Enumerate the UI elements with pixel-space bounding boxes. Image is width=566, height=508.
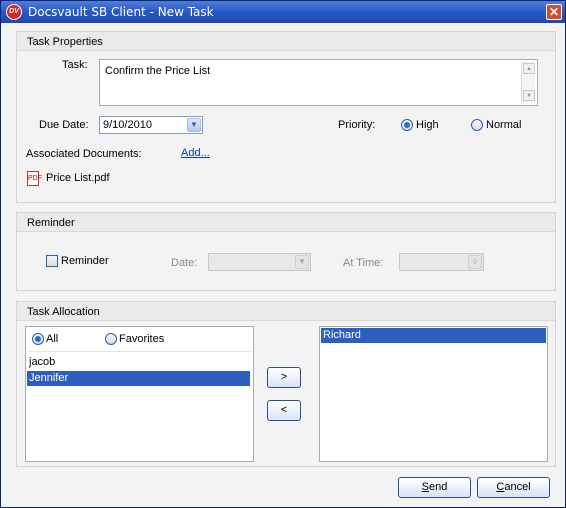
reminder-time-picker[interactable]: ◊: [399, 253, 484, 271]
filter-all-label: All: [46, 333, 59, 345]
task-properties-header: Task Properties: [17, 32, 555, 51]
reminder-time-label: At Time:: [343, 257, 384, 269]
list-item-selected[interactable]: Jennifer: [27, 371, 250, 386]
cancel-label-rest: ancel: [504, 481, 531, 493]
due-date-value: 9/10/2010: [103, 119, 152, 131]
task-text-value: Confirm the Price List: [105, 65, 211, 77]
chevron-down-icon[interactable]: ▼: [187, 118, 201, 132]
priority-label: Priority:: [338, 119, 376, 131]
reminder-date-label: Date:: [171, 257, 198, 269]
send-label-rest: end: [428, 481, 448, 493]
remove-user-button[interactable]: <: [267, 400, 301, 421]
priority-high-label: High: [416, 119, 439, 131]
add-document-link[interactable]: Add...: [181, 147, 210, 159]
task-label: Task:: [62, 59, 88, 71]
assigned-users-list[interactable]: Richard: [319, 326, 548, 462]
due-date-label: Due Date:: [39, 119, 89, 131]
docsvault-logo-icon: DV: [6, 4, 22, 20]
document-item[interactable]: Price List.pdf: [46, 172, 110, 184]
task-textarea[interactable]: Confirm the Price List ▲ ▼: [99, 59, 538, 106]
reminder-checkbox[interactable]: [46, 255, 58, 267]
send-mnemonic: S: [421, 481, 429, 493]
filter-favorites-label: Favorites: [119, 333, 165, 345]
reminder-header: Reminder: [17, 213, 555, 232]
send-button[interactable]: Send: [398, 477, 471, 498]
priority-normal-label: Normal: [486, 119, 522, 131]
priority-high-radio[interactable]: [401, 119, 413, 131]
task-allocation-group: Task Allocation All Favorites jacob Jenn…: [16, 301, 556, 467]
pdf-icon: PDF: [27, 171, 42, 186]
spinner-icon[interactable]: ◊: [468, 255, 482, 269]
due-date-picker[interactable]: 9/10/2010 ▼: [99, 116, 203, 134]
filter-all-radio[interactable]: [32, 333, 44, 345]
associated-documents-label: Associated Documents:: [26, 148, 142, 160]
reminder-date-picker[interactable]: ▼: [208, 253, 311, 271]
cancel-button[interactable]: Cancel: [477, 477, 550, 498]
list-item-selected[interactable]: Richard: [321, 328, 546, 343]
priority-normal-radio[interactable]: [471, 119, 483, 131]
task-scrollbar[interactable]: ▲ ▼: [521, 62, 535, 103]
add-user-button[interactable]: >: [267, 367, 301, 388]
title-bar: DV Docsvault SB Client - New Task ✕: [1, 1, 565, 23]
scroll-down-icon[interactable]: ▼: [523, 90, 535, 101]
filter-favorites-radio[interactable]: [105, 333, 117, 345]
window-title: Docsvault SB Client - New Task: [28, 5, 214, 19]
reminder-group: Reminder Reminder Date: ▼ At Time: ◊: [16, 212, 556, 291]
task-properties-group: Task Properties Task: Confirm the Price …: [16, 31, 556, 203]
reminder-checkbox-label: Reminder: [61, 255, 109, 267]
task-allocation-header: Task Allocation: [17, 302, 555, 321]
new-task-dialog: DV Docsvault SB Client - New Task ✕ Task…: [0, 0, 566, 508]
close-button[interactable]: ✕: [546, 4, 562, 20]
list-divider: [28, 351, 251, 352]
list-item[interactable]: jacob: [27, 355, 250, 370]
chevron-down-icon[interactable]: ▼: [295, 255, 309, 269]
available-users-list[interactable]: All Favorites jacob Jennifer: [25, 326, 254, 462]
scroll-up-icon[interactable]: ▲: [523, 63, 535, 74]
